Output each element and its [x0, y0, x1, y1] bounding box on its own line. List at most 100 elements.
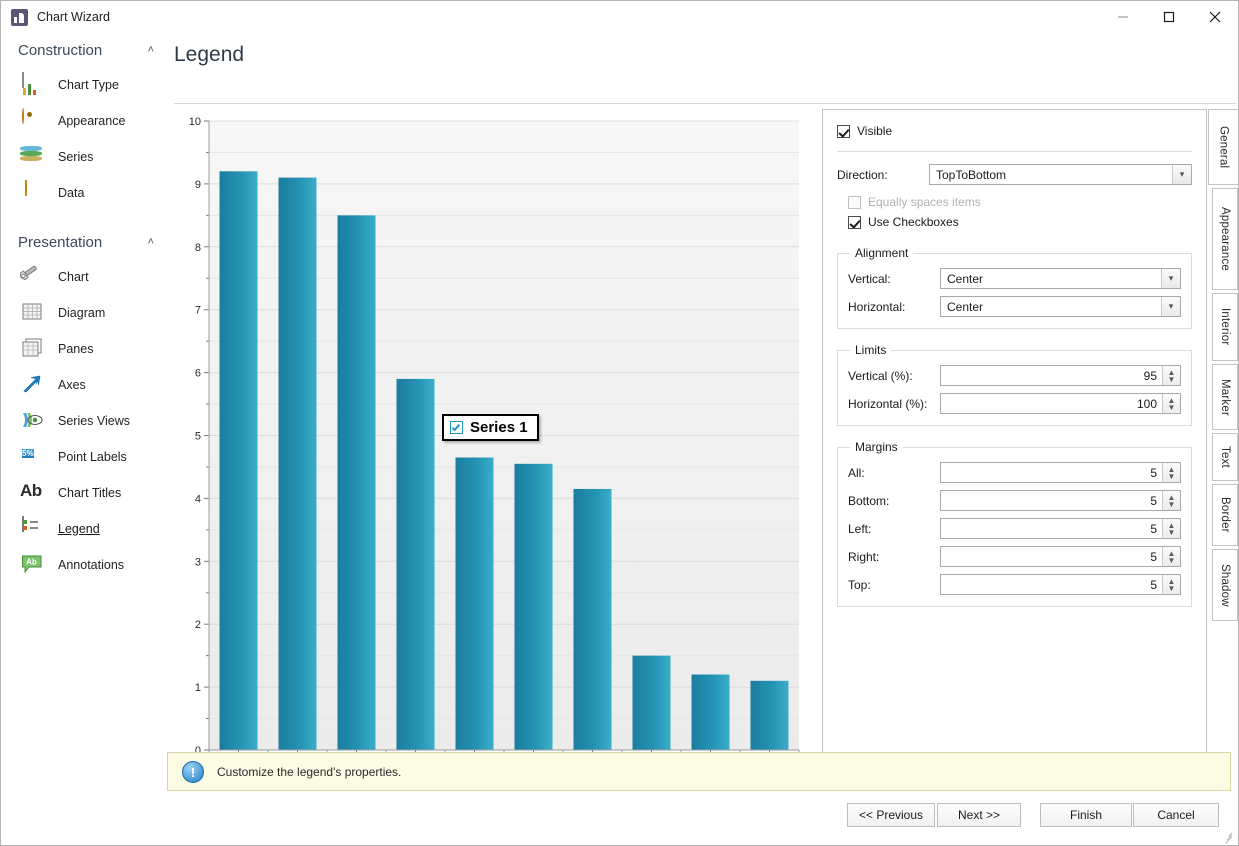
margin-right-value[interactable]: 5	[941, 550, 1162, 564]
tab-shadow[interactable]: Shadow	[1212, 549, 1238, 621]
sidebar-item-label: Appearance	[58, 114, 125, 128]
tab-appearance[interactable]: Appearance	[1212, 188, 1238, 290]
spinner-arrows-icon[interactable]: ▲▼	[1162, 575, 1180, 594]
window-title: Chart Wizard	[37, 10, 110, 24]
margin-bottom-value[interactable]: 5	[941, 494, 1162, 508]
margin-top-value[interactable]: 5	[941, 578, 1162, 592]
sidebar-group-construction[interactable]: Construction ˄	[2, 33, 166, 67]
svg-text:5: 5	[195, 431, 201, 443]
legend-checkbox[interactable]	[450, 421, 463, 434]
tab-label: Marker	[1219, 373, 1231, 422]
margin-right-label: Right:	[848, 550, 940, 564]
sidebar-item-annotations[interactable]: Ab Annotations	[2, 547, 166, 583]
margin-all-value[interactable]: 5	[941, 466, 1162, 480]
wrench-icon	[20, 265, 46, 289]
series-views-icon	[20, 409, 46, 433]
tab-label: General	[1218, 120, 1230, 174]
margin-bottom-stepper[interactable]: 5 ▲▼	[940, 490, 1181, 511]
margin-bottom-row: Bottom: 5 ▲▼	[848, 490, 1181, 511]
spinner-arrows-icon[interactable]: ▲▼	[1162, 463, 1180, 482]
sidebar-item-series[interactable]: Series	[2, 139, 166, 175]
sidebar-item-chart-type[interactable]: Chart Type	[2, 67, 166, 103]
limits-horizontal-label: Horizontal (%):	[848, 397, 940, 411]
tab-marker[interactable]: Marker	[1212, 364, 1238, 430]
tab-interior[interactable]: Interior	[1212, 293, 1238, 361]
cancel-button[interactable]: Cancel	[1133, 803, 1219, 827]
property-tabs: General Appearance Interior Marker Text …	[1208, 109, 1238, 781]
alignment-vertical-row: Vertical: Center ▾	[848, 268, 1181, 289]
spinner-arrows-icon[interactable]: ▲▼	[1162, 491, 1180, 510]
svg-text:4: 4	[195, 493, 201, 505]
limits-group: Limits Vertical (%): 95 ▲▼ Horizontal (%…	[837, 343, 1192, 426]
margin-top-stepper[interactable]: 5 ▲▼	[940, 574, 1181, 595]
chevron-down-icon[interactable]: ▾	[1161, 269, 1180, 288]
page-title: Legend	[166, 33, 1238, 67]
visible-row[interactable]: Visible	[837, 122, 1192, 140]
sidebar-item-panes[interactable]: Panes	[2, 331, 166, 367]
resize-grip-icon[interactable]	[1222, 829, 1236, 843]
sidebar-item-chart-titles[interactable]: Ab Chart Titles	[2, 475, 166, 511]
sidebar-item-series-views[interactable]: Series Views	[2, 403, 166, 439]
sidebar-item-point-labels[interactable]: 5% Point Labels	[2, 439, 166, 475]
sidebar-item-axes[interactable]: Axes	[2, 367, 166, 403]
next-button[interactable]: Next >>	[937, 803, 1021, 827]
main-content: Legend 012345678910 HAJGIBDECF	[166, 33, 1238, 751]
margin-top-row: Top: 5 ▲▼	[848, 574, 1181, 595]
finish-button[interactable]: Finish	[1040, 803, 1132, 827]
chevron-up-icon: ˄	[148, 236, 154, 248]
point-labels-icon: 5%	[20, 445, 46, 469]
close-button[interactable]	[1192, 1, 1238, 33]
sidebar-item-label: Legend	[58, 522, 100, 536]
chevron-down-icon[interactable]: ▾	[1161, 297, 1180, 316]
use-checkboxes-label: Use Checkboxes	[868, 215, 959, 229]
sidebar-item-chart[interactable]: Chart	[2, 259, 166, 295]
alignment-vertical-select[interactable]: Center ▾	[940, 268, 1181, 289]
sidebar-group-construction-label: Construction	[18, 42, 148, 59]
alignment-horizontal-select[interactable]: Center ▾	[940, 296, 1181, 317]
chart-legend-item[interactable]: Series 1	[442, 414, 539, 441]
limits-vertical-value[interactable]: 95	[941, 369, 1162, 383]
sidebar: Construction ˄ Chart Type Appearance Ser…	[2, 33, 166, 751]
spinner-arrows-icon[interactable]: ▲▼	[1162, 366, 1180, 385]
minimize-button[interactable]	[1100, 1, 1146, 33]
axes-arrow-icon	[20, 373, 46, 397]
margin-left-value[interactable]: 5	[941, 522, 1162, 536]
limits-horizontal-stepper[interactable]: 100 ▲▼	[940, 393, 1181, 414]
use-checkboxes-checkbox[interactable]	[848, 216, 861, 229]
sidebar-item-data[interactable]: Data	[2, 175, 166, 211]
margin-left-stepper[interactable]: 5 ▲▼	[940, 518, 1181, 539]
sidebar-item-appearance[interactable]: Appearance	[2, 103, 166, 139]
chevron-down-icon[interactable]: ▾	[1172, 165, 1191, 184]
sidebar-item-label: Chart Type	[58, 78, 119, 92]
sidebar-item-label: Point Labels	[58, 450, 127, 464]
sidebar-item-legend[interactable]: Legend	[2, 511, 166, 547]
sidebar-group-presentation[interactable]: Presentation ˄	[2, 225, 166, 259]
margin-bottom-label: Bottom:	[848, 494, 940, 508]
limits-horizontal-value[interactable]: 100	[941, 397, 1162, 411]
use-checkboxes-row[interactable]: Use Checkboxes	[848, 212, 1192, 232]
limits-vertical-stepper[interactable]: 95 ▲▼	[940, 365, 1181, 386]
sidebar-item-diagram[interactable]: Diagram	[2, 295, 166, 331]
limits-group-title: Limits	[850, 343, 891, 357]
diagram-grid-icon	[20, 301, 46, 325]
margin-all-stepper[interactable]: 5 ▲▼	[940, 462, 1181, 483]
tab-label: Interior	[1219, 302, 1231, 351]
ab-text-icon: Ab	[20, 481, 46, 505]
maximize-button[interactable]	[1146, 1, 1192, 33]
tab-border[interactable]: Border	[1212, 484, 1238, 546]
previous-button[interactable]: << Previous	[847, 803, 935, 827]
margin-right-stepper[interactable]: 5 ▲▼	[940, 546, 1181, 567]
alignment-horizontal-row: Horizontal: Center ▾	[848, 296, 1181, 317]
alignment-vertical-label: Vertical:	[848, 272, 940, 286]
sidebar-item-label: Series Views	[58, 414, 130, 428]
spinner-arrows-icon[interactable]: ▲▼	[1162, 547, 1180, 566]
tab-text[interactable]: Text	[1212, 433, 1238, 481]
chart-preview[interactable]: 012345678910 HAJGIBDECF Series 1	[174, 111, 802, 763]
spinner-arrows-icon[interactable]: ▲▼	[1162, 394, 1180, 413]
visible-checkbox[interactable]	[837, 125, 850, 138]
spinner-arrows-icon[interactable]: ▲▼	[1162, 519, 1180, 538]
tab-general[interactable]: General	[1208, 109, 1238, 185]
margins-group-title: Margins	[850, 440, 903, 454]
alignment-group-title: Alignment	[850, 246, 913, 260]
direction-select[interactable]: TopToBottom ▾	[929, 164, 1192, 185]
